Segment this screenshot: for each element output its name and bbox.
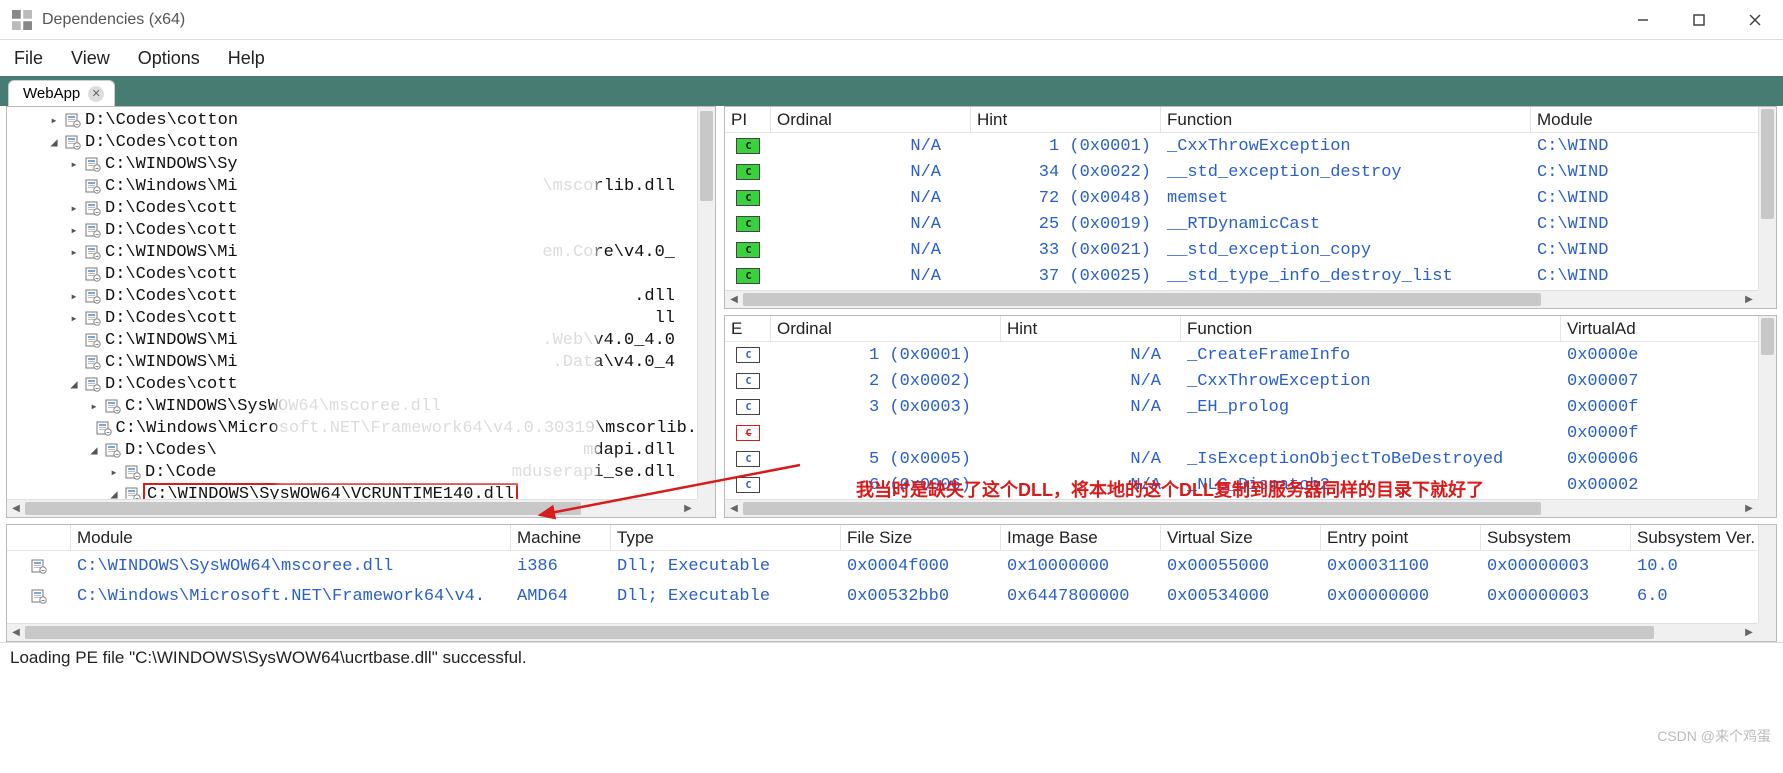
exports-row[interactable]: C1 (0x0001)N/A_CreateFrameInfo0x0000e [725,342,1758,368]
minimize-button[interactable] [1615,0,1671,40]
col-vaddr[interactable]: VirtualAd [1561,316,1776,341]
export-badge-icon: C [736,373,760,389]
pe-icon [85,376,101,392]
status-text: Loading PE file "C:\WINDOWS\SysWOW64\ucr… [10,648,527,668]
titlebar: Dependencies (x64) [0,0,1783,40]
menu-help[interactable]: Help [228,48,265,69]
import-badge-icon: C [736,138,760,154]
export-badge-icon: C [736,425,760,441]
annotation-arrow [530,460,810,530]
pe-icon [85,310,101,326]
tab-close-icon[interactable]: ✕ [88,86,104,102]
import-badge-icon: C [736,164,760,180]
col-ordinal[interactable]: Ordinal [771,107,971,132]
imports-row[interactable]: CN/A72 (0x0048)memsetC:\WIND [725,185,1758,211]
scrollbar-horizontal[interactable]: ◀▶ [725,290,1758,308]
pe-icon [85,156,101,172]
menu-view[interactable]: View [71,48,110,69]
menu-options[interactable]: Options [138,48,200,69]
close-button[interactable] [1727,0,1783,40]
pe-icon [65,112,81,128]
col-vsize[interactable]: Virtual Size [1161,525,1321,550]
dependency-tree-pane: ▸D:\Codes\cotton◢D:\Codes\cotton▸C:\WIND… [6,106,716,518]
import-badge-icon: C [736,190,760,206]
menu-file[interactable]: File [14,48,43,69]
col-hint[interactable]: Hint [971,107,1161,132]
imports-row[interactable]: CN/A1 (0x0001)_CxxThrowExceptionC:\WIND [725,133,1758,159]
export-badge-icon: C [736,399,760,415]
import-badge-icon: C [736,242,760,258]
col-function[interactable]: Function [1161,107,1531,132]
tab-webapp[interactable]: WebApp ✕ [8,80,115,106]
export-badge-icon: C [736,347,760,363]
status-bar: Loading PE file "C:\WINDOWS\SysWOW64\ucr… [0,642,1783,672]
pe-icon [105,398,121,414]
col-subver[interactable]: Subsystem Ver. [1631,525,1776,550]
watermark: CSDN @来个鸡蛋 [1657,726,1771,746]
modules-header: Module Machine Type File Size Image Base… [7,525,1776,551]
app-icon [12,10,32,30]
annotation-text: 我当时是缺失了这个DLL，将本地的这个DLL复制到服务器同样的目录下就好了 [856,476,1484,502]
imports-row[interactable]: CN/A25 (0x0019)__RTDynamicCastC:\WIND [725,211,1758,237]
col-ordinal[interactable]: Ordinal [771,316,1001,341]
exports-row[interactable]: C2 (0x0002)N/A_CxxThrowException0x00007 [725,368,1758,394]
imports-row[interactable]: CN/A37 (0x0025)__std_type_info_destroy_l… [725,263,1758,289]
modules-pane: Module Machine Type File Size Image Base… [6,524,1777,642]
col-icon[interactable] [7,525,71,550]
col-module[interactable]: Module [1531,107,1776,132]
menubar: File View Options Help [0,40,1783,76]
imports-row[interactable]: CN/A33 (0x0021)__std_exception_copyC:\WI… [725,237,1758,263]
col-imagebase[interactable]: Image Base [1001,525,1161,550]
pe-icon [85,200,101,216]
window-title: Dependencies (x64) [42,11,185,29]
exports-row[interactable]: C3 (0x0003)N/A_EH_prolog0x0000f [725,394,1758,420]
exports-header: E Ordinal Hint Function VirtualAd [725,316,1776,342]
imports-pane: PI Ordinal Hint Function Module CN/A1 (0… [724,106,1777,309]
maximize-button[interactable] [1671,0,1727,40]
pe-icon [125,486,141,499]
exports-row[interactable]: C0x0000f [725,420,1758,446]
col-filesize[interactable]: File Size [841,525,1001,550]
pe-icon [85,332,101,348]
pe-icon [85,178,101,194]
import-badge-icon: C [736,216,760,232]
pe-icon [96,420,112,436]
pe-icon [85,244,101,260]
scrollbar-vertical[interactable] [1758,525,1776,623]
pe-icon [85,288,101,304]
module-row[interactable]: C:\Windows\Microsoft.NET\Framework64\v4.… [7,581,1758,611]
scrollbar-vertical[interactable] [697,107,715,499]
col-subsystem[interactable]: Subsystem [1481,525,1631,550]
col-hint[interactable]: Hint [1001,316,1181,341]
pe-icon [7,586,71,606]
col-pi[interactable]: PI [725,107,771,132]
pe-icon [65,134,81,150]
scrollbar-vertical[interactable] [1758,316,1776,499]
tab-label: WebApp [23,85,80,102]
tab-strip: WebApp ✕ [0,76,1783,106]
col-module[interactable]: Module [71,525,511,550]
pe-icon [85,222,101,238]
import-badge-icon: C [736,268,760,284]
pe-icon [105,442,121,458]
scrollbar-vertical[interactable] [1758,107,1776,290]
pe-icon [125,464,141,480]
module-row[interactable]: C:\WINDOWS\SysWOW64\mscoree.dlli386Dll; … [7,551,1758,581]
pe-icon [85,266,101,282]
scrollbar-horizontal[interactable]: ◀▶ [7,623,1758,641]
col-entry[interactable]: Entry point [1321,525,1481,550]
col-e[interactable]: E [725,316,771,341]
imports-row[interactable]: CN/A34 (0x0022)__std_exception_destroyC:… [725,159,1758,185]
pe-icon [85,354,101,370]
pe-icon [7,556,71,576]
exports-row[interactable]: C5 (0x0005)N/A_IsExceptionObjectToBeDest… [725,446,1758,472]
col-function[interactable]: Function [1181,316,1561,341]
imports-header: PI Ordinal Hint Function Module [725,107,1776,133]
